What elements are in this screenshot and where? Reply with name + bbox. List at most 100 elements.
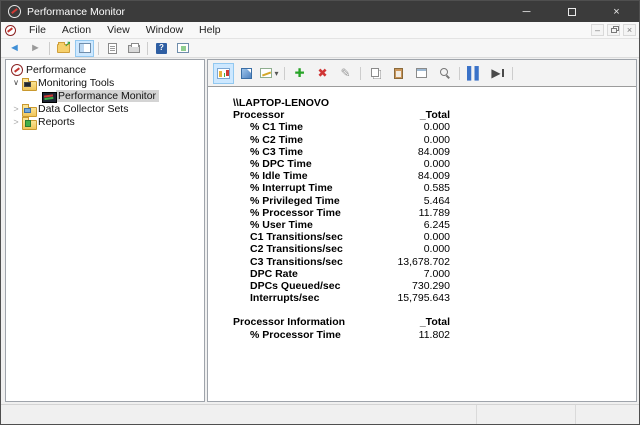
tree-item-monitoring-tools[interactable]: ∨Monitoring Tools [6, 76, 204, 89]
window-title: Performance Monitor [27, 6, 504, 18]
counter-name: Interrupts/sec [233, 292, 319, 304]
statusbar-pane-1 [1, 405, 476, 424]
counter-value: 7.000 [424, 268, 450, 280]
forward-button[interactable]: ► [26, 40, 45, 57]
counter-row[interactable]: C1 Transitions/sec0.000 [233, 231, 450, 243]
minimize-button[interactable]: ─ [504, 1, 549, 22]
export-list-button[interactable] [124, 40, 143, 57]
machine-name: \\LAPTOP-LENOVO [233, 97, 329, 109]
counter-row[interactable]: Interrupts/sec15,795.643 [233, 292, 450, 304]
chevron-down-icon[interactable]: ∨ [10, 78, 22, 87]
action-pane-icon [177, 43, 189, 53]
counter-value: 13,678.702 [397, 256, 450, 268]
counter-name: % Privileged Time [233, 195, 340, 207]
highlight-button[interactable]: ✎ [335, 63, 356, 84]
counter-object-row[interactable]: Processor Information _Total [233, 316, 450, 328]
child-close-icon: × [627, 25, 632, 35]
view-current-activity-button[interactable] [213, 63, 234, 84]
minimize-icon: ─ [523, 6, 531, 18]
menu-window[interactable]: Window [138, 23, 191, 37]
maximize-button[interactable] [549, 1, 594, 22]
counter-row[interactable]: % User Time6.245 [233, 219, 450, 231]
counter-value: 0.000 [424, 231, 450, 243]
menu-file[interactable]: File [21, 23, 54, 37]
counter-object-name: Processor Information [233, 316, 345, 328]
menubar: FileActionViewWindowHelp –× [1, 22, 639, 39]
counter-value: 5.464 [424, 195, 450, 207]
help-button[interactable]: ? [152, 40, 171, 57]
properties-button[interactable] [103, 40, 122, 57]
properties-button[interactable] [411, 63, 432, 84]
action-pane-toggle-button[interactable] [173, 40, 192, 57]
delete-button[interactable]: ✖ [312, 63, 333, 84]
counter-row[interactable]: % Processor Time11.789 [233, 207, 450, 219]
counter-row[interactable]: % Processor Time11.802 [233, 329, 450, 341]
counter-name: % DPC Time [233, 158, 312, 170]
counter-name: DPC Rate [233, 268, 298, 280]
report-group-gap [233, 341, 636, 353]
menu-view[interactable]: View [99, 23, 138, 37]
counter-row[interactable]: % C3 Time84.009 [233, 146, 450, 158]
console-tree-toggle-button[interactable] [75, 40, 94, 57]
back-button[interactable]: ◄ [5, 40, 24, 57]
menu-action[interactable]: Action [54, 23, 99, 37]
copy-properties-button[interactable] [365, 63, 386, 84]
counter-name: % Interrupt Time [233, 182, 333, 194]
paste-counter-list-button[interactable] [388, 63, 409, 84]
freeze-display-button[interactable]: ▌▌ [464, 63, 485, 84]
counter-row[interactable]: % Interrupt Time0.585 [233, 182, 450, 194]
counter-name: % Idle Time [233, 170, 308, 182]
counter-row[interactable]: % C2 Time0.000 [233, 134, 450, 146]
statusbar-pane-3 [575, 405, 639, 424]
chevron-right-icon[interactable]: > [10, 104, 22, 114]
counter-row[interactable]: C2 Transitions/sec0.000 [233, 243, 450, 255]
view-log-data-button[interactable] [236, 63, 257, 84]
child-restore-button[interactable] [607, 24, 620, 36]
statusbar [1, 404, 639, 424]
performance-monitor-window: Performance Monitor ─× FileActionViewWin… [0, 0, 640, 425]
tree-item-data-collector-sets[interactable]: >Data Collector Sets [6, 102, 204, 115]
counter-name: % Processor Time [233, 207, 341, 219]
add-counter-button[interactable]: ✚ [289, 63, 310, 84]
zoom-button[interactable] [434, 63, 455, 84]
help-icon: ? [156, 43, 167, 54]
close-button[interactable]: × [594, 1, 639, 22]
toolbar-separator [459, 67, 460, 80]
machine-name-row[interactable]: \\LAPTOP-LENOVO [233, 97, 450, 109]
tree-item-performance-monitor[interactable]: Performance Monitor [6, 89, 204, 102]
workspace: Performance∨Monitoring ToolsPerformance … [1, 58, 639, 404]
perfmon-icon [10, 64, 24, 76]
folder-report-icon [22, 116, 36, 128]
counter-row[interactable]: C3 Transitions/sec13,678.702 [233, 255, 450, 267]
counter-row[interactable]: % C1 Time0.000 [233, 121, 450, 133]
folder-report-overlay [25, 120, 31, 127]
change-graph-type-button[interactable]: ▾ [259, 63, 280, 84]
counter-row[interactable]: % Idle Time84.009 [233, 170, 450, 182]
toolbar-separator [98, 42, 99, 55]
counter-value: 0.000 [424, 121, 450, 133]
update-data-button[interactable]: ▶ [487, 63, 508, 84]
tree-item-label: Performance [24, 64, 89, 76]
caption-buttons: ─× [504, 1, 639, 22]
counter-row[interactable]: % Privileged Time 5.464 [233, 195, 450, 207]
export-custom-view-button[interactable] [54, 40, 73, 57]
mdi-controls: –× [591, 24, 639, 36]
printer-icon [128, 45, 140, 53]
chevron-right-icon[interactable]: > [10, 117, 22, 127]
tree-item-performance[interactable]: Performance [6, 63, 204, 76]
counter-value: 11.802 [419, 329, 450, 341]
child-close-button[interactable]: × [623, 24, 636, 36]
counter-name: % User Time [233, 219, 313, 231]
counter-row[interactable]: % DPC Time0.000 [233, 158, 450, 170]
toolbar-separator [360, 67, 361, 80]
log-data-icon [241, 68, 252, 79]
counter-row[interactable]: DPC Rate 7.000 [233, 268, 450, 280]
child-minimize-button[interactable]: – [591, 24, 604, 36]
counter-object-row[interactable]: Processor_Total [233, 109, 450, 121]
counter-row[interactable]: DPCs Queued/sec730.290 [233, 280, 450, 292]
instance-name: _Total [420, 316, 450, 328]
menu-help[interactable]: Help [191, 23, 229, 37]
dropdown-arrow-icon[interactable]: ▾ [274, 69, 278, 78]
toolbar-separator [512, 67, 513, 80]
tree-item-reports[interactable]: >Reports [6, 115, 204, 128]
